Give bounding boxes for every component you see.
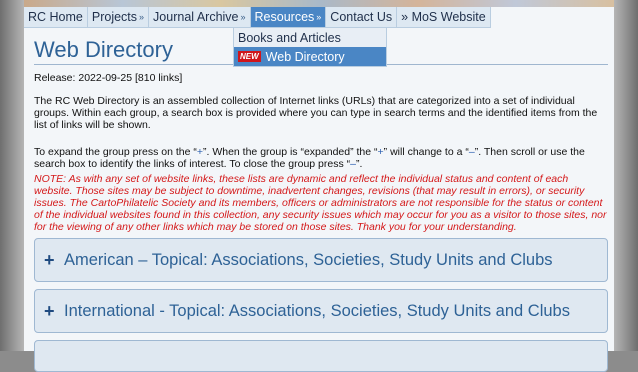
nav-label: Projects — [91, 10, 138, 24]
menu-item-books-and-articles[interactable]: Books and Articles — [234, 28, 386, 47]
expand-plus-icon[interactable]: + — [44, 301, 64, 322]
expand-plus-icon[interactable]: + — [44, 250, 64, 271]
header-banner — [24, 0, 614, 7]
group-american-topical[interactable]: + American – Topical: Associations, Soci… — [34, 238, 608, 282]
nav-label: Contact Us — [330, 10, 393, 24]
nav-resources[interactable]: Resources» — [250, 7, 327, 27]
menu-item-label: Books and Articles — [238, 30, 341, 45]
nav-contact-us[interactable]: Contact Us — [326, 7, 398, 27]
nav-label: Journal Archive — [153, 10, 239, 24]
nav-rc-home[interactable]: RC Home — [24, 7, 88, 27]
nav-label: » MoS Website — [401, 10, 486, 24]
main-nav: RC Home Projects» Journal Archive» Resou… — [24, 7, 491, 28]
text: ”. — [355, 158, 363, 170]
text: ” will change to a “ — [383, 146, 469, 158]
nav-projects[interactable]: Projects» — [88, 7, 150, 27]
right-background-border — [614, 0, 638, 351]
nav-label: RC Home — [28, 10, 83, 24]
group-international-topical[interactable]: + International - Topical: Associations,… — [34, 289, 608, 333]
expand-instructions: To expand the group press on the “+”. Wh… — [34, 146, 608, 170]
chevron-down-icon: » — [316, 12, 322, 22]
nav-journal-archive[interactable]: Journal Archive» — [149, 7, 251, 27]
group-title: American – Topical: Associations, Societ… — [64, 250, 553, 269]
new-badge: NEW — [238, 51, 261, 62]
page-title: Web Directory — [34, 37, 173, 62]
group-partial-next[interactable] — [34, 340, 608, 372]
resources-dropdown-menu: Books and Articles NEW Web Directory — [233, 27, 387, 67]
chevron-down-icon: » — [139, 12, 145, 22]
nav-label: Resources — [254, 10, 315, 24]
text: To expand the group press on the “ — [34, 146, 197, 158]
page-content: RC Home Projects» Journal Archive» Resou… — [24, 7, 614, 372]
left-background-border — [0, 0, 24, 351]
text: ”. When the group is “expanded” the “ — [203, 146, 378, 158]
nav-mos-website[interactable]: » MoS Website — [397, 7, 491, 27]
intro-paragraph: The RC Web Directory is an assembled col… — [34, 95, 598, 131]
chevron-down-icon: » — [240, 12, 246, 22]
menu-item-label: Web Directory — [265, 49, 345, 64]
group-title: International - Topical: Associations, S… — [64, 301, 570, 320]
disclaimer-note: NOTE: As with any set of website links, … — [34, 173, 607, 233]
release-info: Release: 2022-09-25 [810 links] — [34, 72, 183, 84]
menu-item-web-directory[interactable]: NEW Web Directory — [234, 47, 386, 66]
